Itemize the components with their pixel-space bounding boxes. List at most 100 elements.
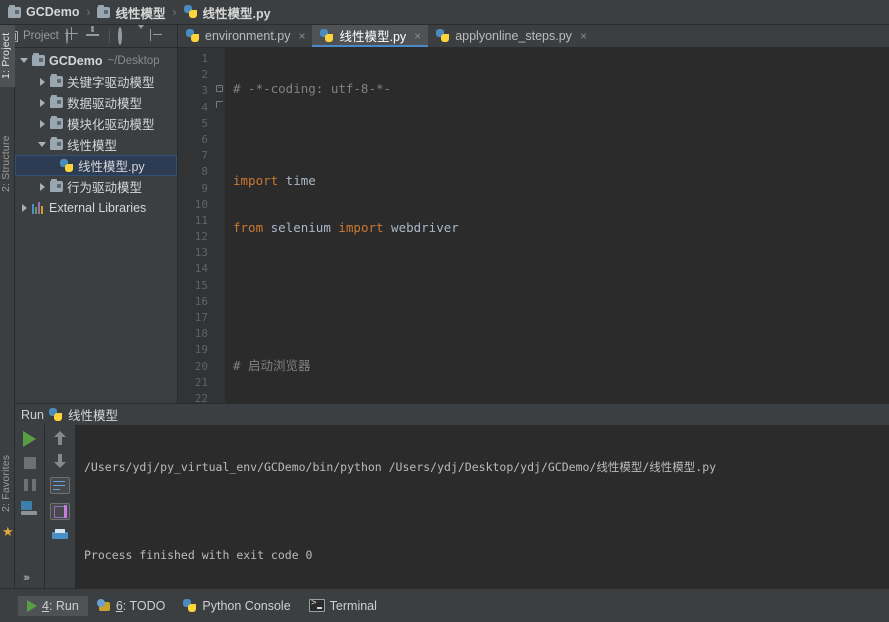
tab-linear-model-py[interactable]: 线性模型.py × <box>312 25 429 47</box>
soft-wrap-icon[interactable] <box>50 477 70 494</box>
code-line: # 启动浏览器 <box>225 358 889 374</box>
status-item-key: 6 <box>115 598 123 613</box>
collapse-all-icon[interactable] <box>150 29 165 44</box>
chevron-down-icon[interactable] <box>137 24 145 44</box>
line-number: 5 <box>201 116 208 130</box>
breadcrumb-item-folder[interactable]: 线性模型 <box>97 3 166 22</box>
folder-icon <box>50 74 63 87</box>
fold-icon[interactable]: − <box>216 85 223 92</box>
status-item-label: Terminal <box>329 598 377 613</box>
folder-icon <box>50 179 63 192</box>
scroll-to-end-icon[interactable] <box>50 503 70 520</box>
line-number: 11 <box>194 213 208 227</box>
tab-environment-py[interactable]: environment.py × <box>178 25 312 47</box>
code-text[interactable]: # -*-coding: utf-8-*- import time from s… <box>225 48 889 403</box>
code-folding-bar[interactable]: − <box>214 48 225 403</box>
code-line: from selenium import webdriver <box>225 220 889 236</box>
line-number: 7 <box>201 149 208 163</box>
tree-node-path: ~/Desktop <box>107 54 160 67</box>
comment-token: # -*-coding: utf-8-*- <box>233 81 392 96</box>
code-token: selenium <box>263 219 339 235</box>
run-configuration-name: 线性模型 <box>67 409 118 423</box>
run-icon[interactable] <box>23 431 36 447</box>
close-icon[interactable]: × <box>580 29 587 43</box>
line-number: 16 <box>194 294 208 308</box>
python-file-icon <box>183 5 198 19</box>
pause-icon[interactable] <box>23 479 36 491</box>
code-token: webdriver <box>383 219 459 235</box>
run-toolbar-left: » <box>15 425 45 588</box>
python-console-icon <box>183 598 197 613</box>
stop-icon[interactable] <box>23 457 36 469</box>
tree-node-label: 线性模型.py <box>78 160 145 174</box>
print-icon[interactable] <box>52 529 68 542</box>
project-toolwindow-header: Project <box>0 24 178 47</box>
run-toolbar-right: » <box>24 425 76 588</box>
scroll-down-icon[interactable] <box>54 454 66 468</box>
fold-icon[interactable] <box>216 101 223 108</box>
editor-tab-bar: environment.py × 线性模型.py × applyonline_s… <box>178 25 889 47</box>
status-item-python-console[interactable]: Python Console <box>174 596 299 616</box>
line-number: 15 <box>194 278 208 292</box>
run-panel-body: » » /Users/ydj/py_virtual_env/GCDemo/bin… <box>15 425 889 588</box>
divide-icon[interactable] <box>86 25 101 44</box>
python-file-icon <box>60 158 74 173</box>
line-number: 9 <box>201 181 208 195</box>
breadcrumb-label: GCDemo <box>26 5 80 19</box>
main-split: GCDemo ~/Desktop 关键字驱动模型 数据驱动模型 模块化驱动模型 <box>15 48 889 403</box>
chevron-right-icon[interactable] <box>37 76 48 87</box>
tree-node-gcdemo[interactable]: GCDemo ~/Desktop <box>15 50 177 71</box>
chevron-right-icon[interactable] <box>37 118 48 129</box>
console-icon[interactable] <box>20 501 39 515</box>
status-item-terminal[interactable]: Terminal <box>300 596 386 616</box>
code-token: time <box>278 173 316 189</box>
tree-node-label: GCDemo <box>49 53 103 68</box>
pycharm-window: GCDemo › 线性模型 › 线性模型.py Project environm… <box>0 0 889 622</box>
code-line: # -*-coding: utf-8-*- <box>225 81 889 97</box>
tree-node-behavior-driven[interactable]: 行为驱动模型 <box>15 176 177 197</box>
chevron-right-icon[interactable] <box>37 97 48 108</box>
strip-button-favorites[interactable]: 2: Favorites <box>0 445 15 521</box>
tree-node-modular-driven[interactable]: 模块化驱动模型 <box>15 113 177 134</box>
line-number: 2 <box>201 68 208 82</box>
project-toolwindow-title: Project <box>23 30 59 42</box>
gear-icon[interactable] <box>117 26 133 45</box>
tree-node-linear-model-py[interactable]: 线性模型.py <box>15 155 177 176</box>
breadcrumb-label: 线性模型 <box>115 6 166 21</box>
tree-node-linear-model[interactable]: 线性模型 <box>15 134 177 155</box>
chevron-down-icon[interactable] <box>37 139 48 150</box>
tree-node-keyword-driven[interactable]: 关键字驱动模型 <box>15 71 177 92</box>
strip-button-project[interactable]: 1: Project <box>0 25 15 87</box>
left-tool-strip: 1: Project 2: Structure 2: Favorites ★ <box>0 25 15 588</box>
tree-node-label: 线性模型 <box>67 139 118 153</box>
line-number: 4 <box>201 100 208 114</box>
breadcrumb-item-file[interactable]: 线性模型.py <box>183 3 271 22</box>
line-number: 13 <box>194 246 208 260</box>
expand-icon[interactable]: » <box>24 572 30 584</box>
chevron-down-icon[interactable] <box>19 55 30 66</box>
tab-applyonline-steps-py[interactable]: applyonline_steps.py × <box>428 25 594 47</box>
line-number: 17 <box>194 311 208 324</box>
close-icon[interactable]: × <box>298 29 305 43</box>
strip-button-structure[interactable]: 2: Structure <box>0 125 15 203</box>
breadcrumb-label: 线性模型.py <box>202 6 271 21</box>
tree-node-data-driven[interactable]: 数据驱动模型 <box>15 92 177 113</box>
code-editor[interactable]: 1 2 3 4 5 6 7 8 9 10 11 12 13 14 15 16 1… <box>178 48 889 403</box>
run-console-output[interactable]: /Users/ydj/py_virtual_env/GCDemo/bin/pyt… <box>76 425 889 588</box>
close-icon[interactable]: × <box>414 29 421 43</box>
line-number: 1 <box>201 52 208 65</box>
status-item-run[interactable]: 4: Run <box>18 595 88 616</box>
tree-node-external-libraries[interactable]: External Libraries <box>15 197 177 218</box>
tree-node-label: 数据驱动模型 <box>67 97 143 111</box>
python-file-icon <box>48 407 63 422</box>
status-item-todo[interactable]: 6: TODO <box>88 596 175 616</box>
chevron-right-icon[interactable] <box>19 202 30 213</box>
status-bar: 4: Run 6: TODO Python Console Terminal <box>0 588 889 622</box>
python-file-icon <box>436 28 450 43</box>
scroll-up-icon[interactable] <box>54 431 66 445</box>
keyword-token: import <box>338 219 384 235</box>
chevron-right-icon[interactable] <box>37 181 48 192</box>
breadcrumb-item-gcdemo[interactable]: GCDemo <box>8 4 80 19</box>
target-icon[interactable] <box>65 27 81 44</box>
